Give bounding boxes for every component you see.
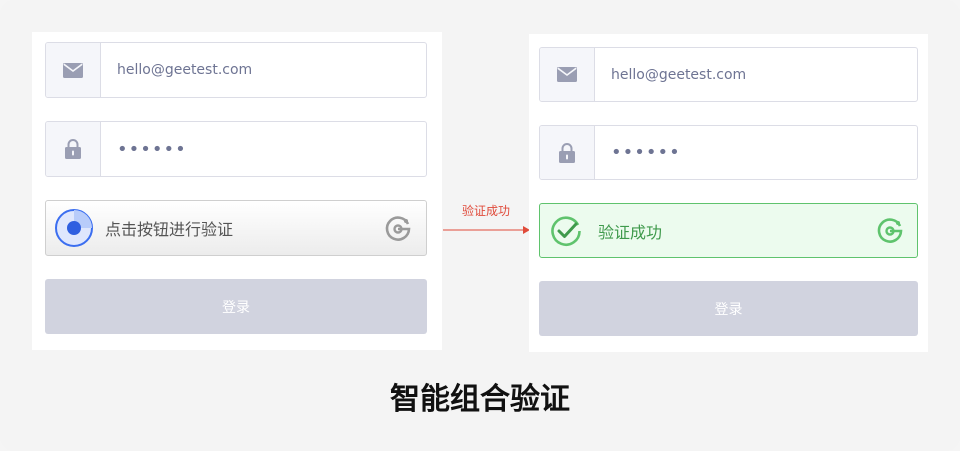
envelope-icon [63,62,83,78]
email-value: hello@geetest.com [611,66,747,83]
check-circle-icon [551,215,581,246]
email-field[interactable]: hello@geetest.com [539,47,918,102]
email-field[interactable]: hello@geetest.com [45,42,427,98]
captcha-button[interactable]: 点击按钮进行验证 [45,200,427,256]
page-caption: 智能组合验证 [390,382,570,417]
password-field-addon [46,122,101,176]
lock-icon [559,142,575,163]
password-field[interactable]: •••••• [45,121,427,177]
password-field-addon [540,126,595,179]
arrow-right-icon [443,226,530,234]
email-field-addon [46,43,101,97]
lock-icon [65,139,81,159]
captcha-label: 点击按钮进行验证 [105,220,234,239]
email-field-addon [540,48,595,101]
login-form-before: hello@geetest.com •••••• 点击按钮进行验证 登录 [32,32,442,350]
login-button[interactable]: 登录 [539,281,918,336]
transition-label: 验证成功 [461,204,510,218]
geetest-logo-icon [385,216,411,241]
email-value: hello@geetest.com [117,62,253,78]
geetest-logo-icon [877,218,903,243]
captcha-success-status[interactable]: 验证成功 [539,203,918,258]
login-button[interactable]: 登录 [45,279,427,334]
login-form-after: hello@geetest.com •••••• 验证成功 登录 [529,34,928,352]
password-field[interactable]: •••••• [539,125,918,180]
envelope-icon [557,67,577,82]
password-value: •••••• [117,138,187,160]
password-value: •••••• [611,142,681,163]
captcha-label: 验证成功 [598,222,663,242]
captcha-radar-icon [55,209,93,247]
